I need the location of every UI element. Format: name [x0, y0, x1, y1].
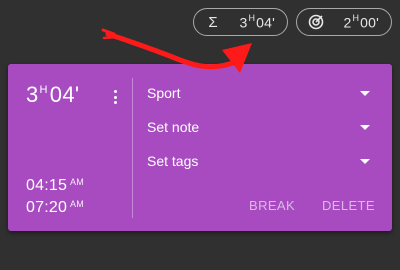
entry-duration: 3H04': [26, 82, 80, 107]
goal-time-value: 2H00': [343, 12, 379, 31]
dropdown-arrow-icon: [360, 90, 370, 96]
tags-label: Set tags: [147, 153, 199, 169]
time-entry-card: 3H04' 04:15 AM 07:20 AM Sport Set note Set…: [8, 64, 392, 231]
start-time[interactable]: 04:15 AM: [26, 177, 84, 195]
note-dropdown[interactable]: Set note: [147, 116, 370, 138]
total-time-chip[interactable]: Σ 3H04': [193, 8, 288, 36]
break-button[interactable]: BREAK: [249, 198, 295, 213]
total-time-value: 3H04': [239, 12, 275, 31]
activity-label: Sport: [147, 85, 181, 101]
tags-dropdown[interactable]: Set tags: [147, 150, 370, 172]
sigma-icon: Σ: [208, 13, 218, 31]
goal-time-chip[interactable]: 2H00': [296, 8, 392, 36]
dropdown-arrow-icon: [360, 158, 370, 164]
delete-button[interactable]: DELETE: [322, 198, 375, 213]
tracker-screen: Σ 3H04' 2H00' 3H04' 04:15 AM 07:20 AM Spor…: [0, 0, 400, 270]
end-time[interactable]: 07:20 AM: [26, 199, 84, 217]
activity-dropdown[interactable]: Sport: [147, 82, 370, 104]
more-options-icon[interactable]: [108, 88, 122, 106]
note-label: Set note: [147, 119, 200, 135]
card-divider: [132, 78, 133, 218]
dropdown-arrow-icon: [360, 124, 370, 130]
target-icon: [307, 13, 325, 31]
